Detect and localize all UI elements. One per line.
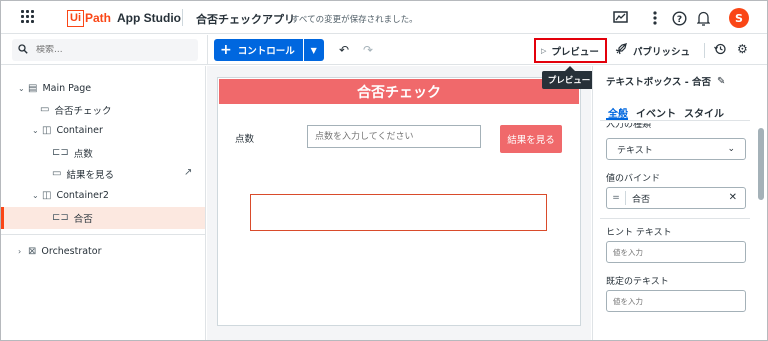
preview-tooltip: プレビュー	[542, 66, 596, 89]
svg-text:?: ?	[676, 15, 681, 25]
tree-item-label: 結果を見る	[66, 169, 114, 181]
tree-item-label: Orchestrator	[41, 246, 102, 257]
search-box[interactable]	[12, 39, 198, 61]
plus-icon: +	[220, 42, 232, 58]
score-label[interactable]: 点数	[235, 131, 254, 145]
properties-title: テキストボックス - 合否 ✎	[606, 74, 725, 89]
caret-down-icon: ▼	[310, 45, 317, 55]
top-bar: Ui Path App Studio 合否チェックアプリ すべての変更が保存され…	[1, 1, 767, 34]
tree-item-label: 合否	[73, 213, 93, 225]
feedback-icon[interactable]	[611, 9, 629, 27]
apps-grid-icon[interactable]	[21, 10, 35, 24]
pass-fail-textbox[interactable]	[250, 194, 547, 231]
container-icon: ◫	[42, 125, 52, 136]
hint-text-label: ヒント テキスト	[606, 228, 672, 238]
add-control-button-group: + コントロール ▼	[214, 39, 324, 61]
properties-title-text: テキストボックス - 合否	[606, 77, 711, 88]
tree-item-container2[interactable]: ⌄ ◫ Container2	[32, 185, 109, 206]
tab-style[interactable]: スタイル	[684, 105, 724, 120]
add-control-button[interactable]: + コントロール	[214, 39, 303, 61]
input-type-label: 入力の種類	[606, 123, 652, 130]
product-name: App Studio	[117, 11, 181, 25]
tree-item-main-page[interactable]: ⌄ ▤ Main Page	[18, 78, 91, 99]
notification-bell-icon[interactable]	[694, 9, 712, 27]
tree-item-label: Container2	[56, 190, 109, 201]
textbox-icon: ⊏⊐	[52, 212, 69, 223]
properties-scrollbar[interactable]	[758, 128, 764, 200]
tree-selection-highlight	[1, 207, 205, 229]
view-result-button[interactable]: 結果を見る	[500, 125, 562, 153]
redo-icon[interactable]: ↷	[363, 43, 373, 57]
preview-label: プレビュー	[551, 46, 599, 58]
page-header-title[interactable]: 合否チェック	[219, 79, 579, 104]
chevron-down-icon: ⌄	[727, 144, 735, 154]
search-icon	[18, 43, 28, 57]
undo-icon[interactable]: ↶	[339, 43, 349, 57]
tree-item-result-button[interactable]: ▭ 結果を見る	[52, 163, 114, 184]
bind-value-text: 合否	[632, 194, 651, 205]
edit-pencil-icon[interactable]: ✎	[717, 76, 725, 87]
help-icon[interactable]: ?	[670, 9, 688, 27]
logo-ui-text: Ui	[67, 9, 84, 27]
tree-item-label: 合否チェック	[54, 105, 112, 117]
input-type-select[interactable]: テキスト ⌄	[606, 138, 746, 160]
equals-icon: =	[612, 193, 620, 203]
user-avatar[interactable]: S	[729, 8, 749, 28]
default-text-label: 既定のテキスト	[606, 277, 669, 287]
logo-path-text: Path	[85, 11, 112, 25]
clear-icon[interactable]: ✕	[729, 192, 737, 203]
default-text-input[interactable]	[606, 290, 746, 312]
chevron-down-icon: ⌄	[32, 126, 39, 135]
rocket-icon	[615, 42, 628, 58]
more-vertical-icon[interactable]	[646, 9, 664, 27]
header-icon: ▭	[40, 104, 50, 115]
divider	[182, 9, 183, 26]
chevron-down-icon: ⌄	[32, 191, 39, 200]
app-name[interactable]: 合否チェックアプリ	[196, 11, 295, 27]
history-icon[interactable]	[714, 43, 726, 58]
tree-item-label: Main Page	[42, 83, 92, 94]
score-input[interactable]	[307, 125, 481, 148]
play-icon: ▷	[541, 46, 547, 55]
chevron-right-icon: ›	[18, 247, 22, 256]
container-icon: ◫	[42, 190, 52, 201]
tab-events[interactable]: イベント	[636, 105, 676, 120]
uipath-logo[interactable]: Ui Path App Studio	[67, 9, 181, 27]
textbox-icon: ⊏⊐	[52, 147, 69, 158]
tab-divider	[600, 120, 750, 121]
divider	[704, 43, 705, 58]
chevron-down-icon: ⌄	[18, 84, 25, 93]
tree-item-container[interactable]: ⌄ ◫ Container	[32, 120, 103, 141]
trending-up-icon[interactable]: ↗	[184, 167, 192, 178]
control-dropdown-button[interactable]: ▼	[303, 39, 324, 61]
save-status: すべての変更が保存されました。	[291, 15, 418, 25]
tree-item-label: Container	[56, 125, 103, 136]
active-tab-indicator	[606, 118, 628, 120]
divider	[1, 234, 205, 235]
toolbar: + コントロール ▼ ↶ ↷ ▷ プレビュー パブリッシュ ⚙	[1, 35, 767, 65]
page-icon: ▤	[28, 83, 38, 94]
settings-gear-icon[interactable]: ⚙	[737, 42, 748, 56]
tree-item-label: 点数	[73, 148, 93, 160]
add-control-label: コントロール	[237, 46, 295, 57]
input-type-value: テキスト	[617, 145, 653, 156]
publish-button[interactable]: パブリッシュ	[615, 42, 691, 58]
tree-item-orchestrator[interactable]: › ⊠ Orchestrator	[18, 241, 102, 262]
bind-value-field[interactable]: = 合否 ✕	[606, 187, 746, 209]
bind-value-label: 値のバインド	[606, 174, 661, 184]
button-icon: ▭	[52, 168, 62, 179]
tree-item-header[interactable]: ▭ 合否チェック	[40, 99, 111, 120]
tree-item-pass-fail[interactable]: ⊏⊐ 合否	[52, 207, 93, 228]
search-input[interactable]	[36, 45, 186, 55]
preview-button[interactable]: ▷ プレビュー	[534, 38, 607, 63]
divider	[207, 35, 208, 65]
hint-text-input[interactable]	[606, 241, 746, 263]
divider	[600, 218, 750, 219]
orchestrator-icon: ⊠	[28, 246, 37, 257]
tree-item-score[interactable]: ⊏⊐ 点数	[52, 142, 93, 163]
publish-label: パブリッシュ	[633, 46, 691, 58]
divider	[625, 191, 626, 205]
